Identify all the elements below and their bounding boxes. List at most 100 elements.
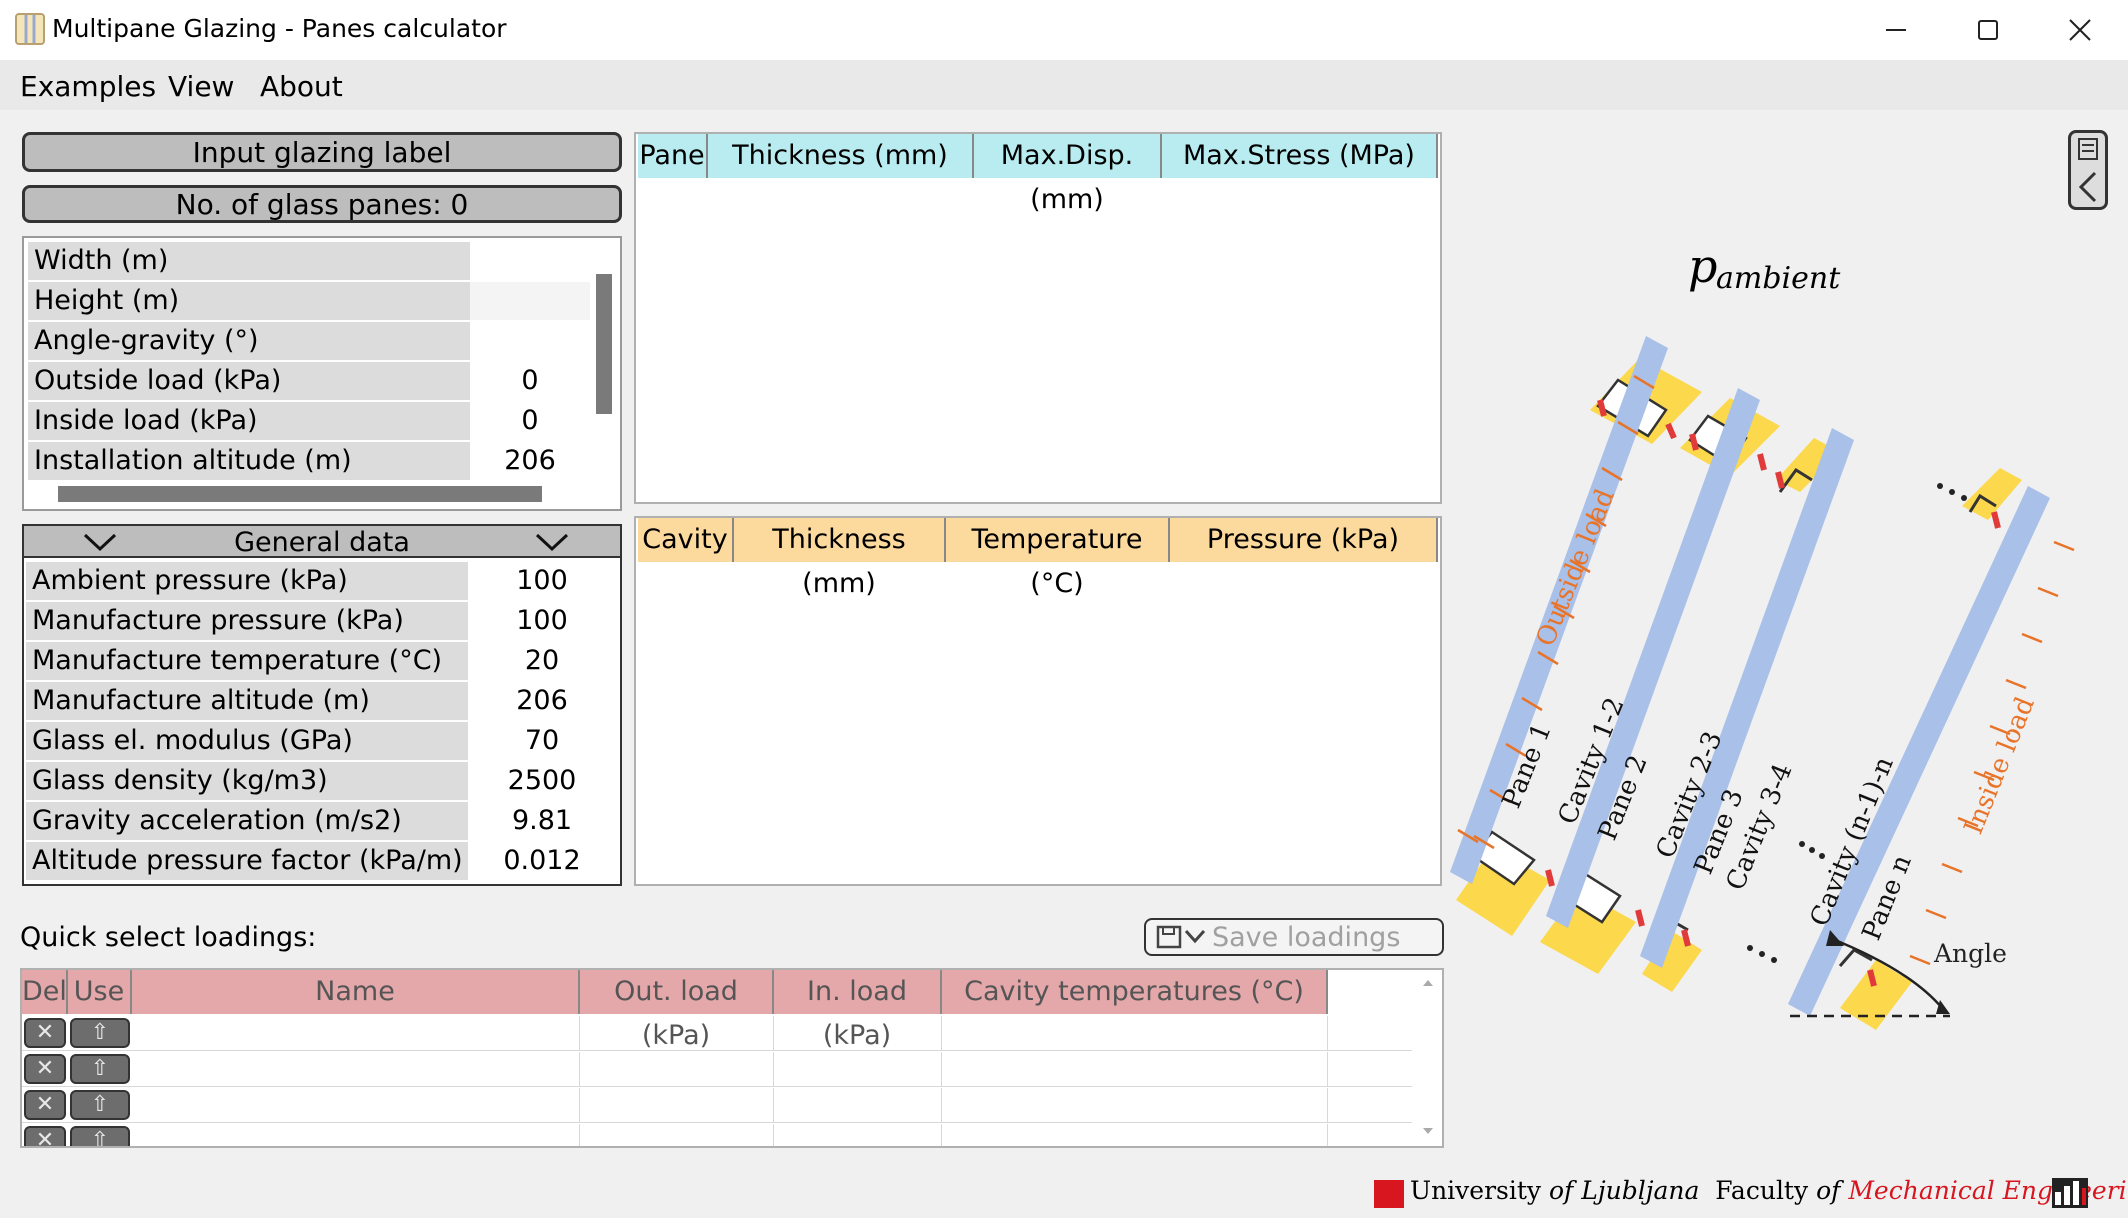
use-row-button[interactable]: ⇧ bbox=[70, 1090, 130, 1120]
pane-results-table: Pane Thickness (mm) Max.Disp.(mm) Max.St… bbox=[634, 132, 1442, 504]
vertical-scrollbar[interactable] bbox=[596, 274, 612, 414]
general-name: Ambient pressure (kPa) bbox=[26, 562, 468, 600]
property-value[interactable] bbox=[470, 282, 590, 320]
general-row: Manufacture temperature (°C) 20 bbox=[26, 642, 616, 680]
cavity-thickness-header[interactable]: Thickness (mm) bbox=[734, 518, 946, 599]
delete-row-button[interactable]: ✕ bbox=[24, 1126, 66, 1146]
delete-row-button[interactable]: ✕ bbox=[24, 1054, 66, 1084]
in-load-header[interactable]: In. load (kPa) bbox=[774, 970, 942, 1051]
cavity-temps-cell[interactable] bbox=[942, 1124, 1328, 1146]
out-load-cell[interactable] bbox=[580, 1124, 774, 1146]
max-disp-header[interactable]: Max.Disp.(mm) bbox=[974, 134, 1162, 215]
general-row: Altitude pressure factor (kPa/m) 0.012 bbox=[26, 842, 616, 880]
general-value[interactable]: 206 bbox=[468, 682, 616, 720]
window-title: Multipane Glazing - Panes calculator bbox=[52, 14, 507, 43]
table-scrollbar[interactable] bbox=[1414, 970, 1442, 1146]
general-name: Altitude pressure factor (kPa/m) bbox=[26, 842, 468, 880]
in-load-cell[interactable] bbox=[774, 1052, 942, 1086]
out-load-header[interactable]: Out. load (kPa) bbox=[580, 970, 774, 1051]
use-row-button[interactable]: ⇧ bbox=[70, 1018, 130, 1048]
menu-about[interactable]: About bbox=[260, 70, 343, 103]
thickness-header[interactable]: Thickness (mm) bbox=[708, 134, 974, 178]
cavity-temps-cell[interactable] bbox=[942, 1016, 1328, 1050]
input-glazing-label-button[interactable]: Input glazing label bbox=[22, 132, 622, 172]
university-logo bbox=[1374, 1180, 1404, 1208]
maximize-icon bbox=[1978, 20, 1998, 40]
general-data-title: General data bbox=[234, 527, 410, 558]
pane-header[interactable]: Pane bbox=[638, 134, 708, 178]
general-name: Glass el. modulus (GPa) bbox=[26, 722, 468, 760]
name-cell[interactable] bbox=[132, 1088, 580, 1122]
general-value[interactable]: 70 bbox=[468, 722, 616, 760]
maximize-button[interactable] bbox=[1942, 0, 2034, 60]
out-load-cell[interactable] bbox=[580, 1052, 774, 1086]
property-name: Angle-gravity (°) bbox=[28, 322, 470, 360]
general-name: Glass density (kg/m3) bbox=[26, 762, 468, 800]
cavity-temps-cell[interactable] bbox=[942, 1088, 1328, 1122]
property-value[interactable] bbox=[470, 322, 590, 360]
general-row: Gravity acceleration (m/s2) 9.81 bbox=[26, 802, 616, 840]
collapse-panel-button[interactable] bbox=[2068, 130, 2108, 210]
use-row-button[interactable]: ⇧ bbox=[70, 1054, 130, 1084]
use-header[interactable]: Use bbox=[68, 970, 132, 1014]
footer-university: University bbox=[1410, 1176, 1542, 1205]
max-stress-header[interactable]: Max.Stress (MPa) bbox=[1162, 134, 1438, 178]
delete-row-button[interactable]: ✕ bbox=[24, 1090, 66, 1120]
general-value[interactable]: 100 bbox=[468, 562, 616, 600]
property-value[interactable] bbox=[470, 242, 590, 280]
save-loadings-button[interactable]: Save loadings bbox=[1144, 918, 1444, 956]
general-row: Manufacture altitude (m) 206 bbox=[26, 682, 616, 720]
angle-label: Angle bbox=[1933, 939, 2007, 968]
horizontal-scrollbar[interactable] bbox=[58, 486, 542, 502]
general-value[interactable]: 100 bbox=[468, 602, 616, 640]
cavity-temps-header[interactable]: Cavity temperatures (°C) bbox=[942, 970, 1328, 1014]
general-value[interactable]: 20 bbox=[468, 642, 616, 680]
general-data-header[interactable]: General data bbox=[24, 526, 620, 558]
property-name: Height (m) bbox=[28, 282, 470, 320]
glazing-properties-grid: Width (m) Height (m) Angle-gravity (°) O… bbox=[22, 236, 622, 511]
property-row: Width (m) bbox=[28, 242, 590, 280]
use-row-button[interactable]: ⇧ bbox=[70, 1126, 130, 1146]
name-header[interactable]: Name bbox=[132, 970, 580, 1014]
property-value[interactable]: 0 bbox=[470, 362, 590, 400]
menu-examples[interactable]: Examples bbox=[20, 70, 156, 103]
property-row: Height (m) bbox=[28, 282, 590, 320]
menu-view[interactable]: View bbox=[168, 70, 234, 103]
close-button[interactable] bbox=[2034, 0, 2126, 60]
minimize-button[interactable] bbox=[1850, 0, 1942, 60]
out-load-cell[interactable] bbox=[580, 1088, 774, 1122]
app-icon bbox=[14, 12, 46, 46]
pressure-header[interactable]: Pressure (kPa) bbox=[1170, 518, 1438, 562]
out-load-cell[interactable] bbox=[580, 1016, 774, 1050]
glass-panes-count-button[interactable]: No. of glass panes: 0 bbox=[22, 185, 622, 223]
general-name: Gravity acceleration (m/s2) bbox=[26, 802, 468, 840]
general-data-panel: General data Ambient pressure (kPa) 100 … bbox=[22, 524, 622, 886]
name-cell[interactable] bbox=[132, 1052, 580, 1086]
close-icon bbox=[2069, 19, 2091, 41]
general-name: Manufacture altitude (m) bbox=[26, 682, 468, 720]
cavity-header[interactable]: Cavity bbox=[638, 518, 734, 562]
minimize-icon bbox=[1886, 29, 1906, 31]
temperature-header[interactable]: Temperature (°C) bbox=[946, 518, 1170, 599]
property-name: Inside load (kPa) bbox=[28, 402, 470, 440]
name-cell[interactable] bbox=[132, 1124, 580, 1146]
name-cell[interactable] bbox=[132, 1016, 580, 1050]
cavity-temps-cell[interactable] bbox=[942, 1052, 1328, 1086]
general-row: Manufacture pressure (kPa) 100 bbox=[26, 602, 616, 640]
delete-row-button[interactable]: ✕ bbox=[24, 1018, 66, 1048]
ambient-subscript: ambient bbox=[1716, 261, 1841, 296]
general-value[interactable]: 0.012 bbox=[468, 842, 616, 880]
in-load-cell[interactable] bbox=[774, 1124, 942, 1146]
save-loadings-label: Save loadings bbox=[1212, 922, 1401, 953]
outside-load-label: Outside load bbox=[1531, 485, 1621, 651]
property-value[interactable]: 0 bbox=[470, 402, 590, 440]
in-load-cell[interactable] bbox=[774, 1016, 942, 1050]
property-value[interactable]: 206 bbox=[470, 442, 590, 480]
property-row: Installation altitude (m) 206 bbox=[28, 442, 590, 480]
property-name: Installation altitude (m) bbox=[28, 442, 470, 480]
general-value[interactable]: 2500 bbox=[468, 762, 616, 800]
del-header[interactable]: Del bbox=[22, 970, 68, 1014]
in-load-cell[interactable] bbox=[774, 1088, 942, 1122]
general-value[interactable]: 9.81 bbox=[468, 802, 616, 840]
inside-load-label: Inside load bbox=[1959, 693, 2041, 839]
